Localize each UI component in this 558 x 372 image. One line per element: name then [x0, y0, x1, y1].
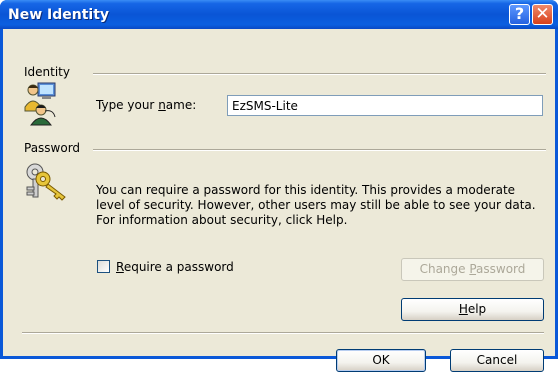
identity-divider — [93, 73, 546, 75]
footer-divider — [22, 332, 544, 334]
name-label-text-end: ame: — [165, 98, 197, 112]
password-divider — [93, 149, 546, 151]
close-icon[interactable]: ✕ — [532, 4, 553, 25]
name-label-text: Type your — [96, 98, 159, 112]
change-password-button[interactable]: Change Password — [401, 258, 544, 281]
password-group-label: Password — [24, 141, 81, 155]
password-description: You can require a password for this iden… — [96, 183, 536, 227]
require-password-checkbox[interactable] — [97, 260, 110, 273]
ok-button[interactable]: OK — [336, 349, 426, 372]
change-password-text: Change — [419, 262, 470, 276]
users-computer-icon — [24, 82, 56, 126]
title-bar[interactable]: New Identity ? ✕ — [0, 0, 558, 29]
help-button[interactable]: Help — [401, 298, 544, 321]
cancel-button[interactable]: Cancel — [450, 349, 544, 372]
name-label-accel: n — [158, 98, 166, 112]
require-password-accel: R — [116, 260, 124, 274]
require-password-text: equire a password — [123, 260, 234, 274]
help-button-accel: H — [458, 302, 468, 316]
identity-group-label: Identity — [24, 65, 70, 79]
window-title: New Identity — [8, 7, 110, 23]
require-password-label[interactable]: Require a password — [116, 260, 234, 274]
help-button-text: elp — [467, 302, 487, 316]
help-icon[interactable]: ? — [509, 4, 530, 25]
dialog-body: Identity Type your name: Password — [3, 29, 555, 372]
dialog-window: New Identity ? ✕ Identity Type your name… — [0, 0, 558, 372]
name-input[interactable] — [227, 95, 543, 116]
name-label: Type your name: — [96, 98, 196, 112]
change-password-text-end: assword — [476, 262, 526, 276]
keys-icon — [26, 163, 66, 201]
